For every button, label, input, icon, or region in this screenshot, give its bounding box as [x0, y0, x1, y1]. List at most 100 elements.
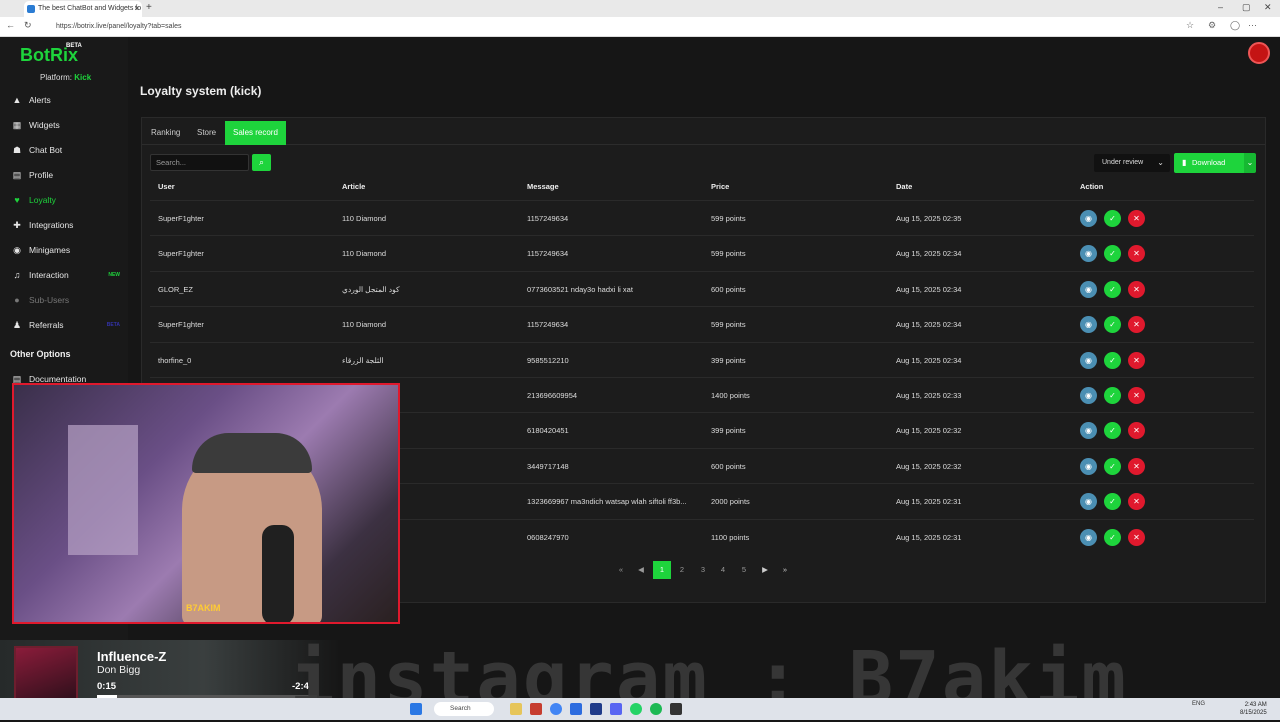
browser-chrome: The best ChatBot and Widgets fo × + – ▢ … — [0, 0, 1280, 37]
page-1[interactable]: 1 — [653, 561, 671, 579]
reject-icon[interactable]: ✕ — [1128, 422, 1145, 440]
reject-icon[interactable]: ✕ — [1128, 528, 1145, 546]
cell-date: Aug 15, 2025 02:32 — [896, 461, 962, 471]
eye-icon[interactable]: ◉ — [1080, 387, 1097, 404]
chevron-down-icon: ⌄ — [1246, 158, 1254, 167]
window-close-icon[interactable]: ✕ — [1264, 2, 1272, 13]
spotify-icon[interactable] — [650, 703, 662, 715]
tab-ranking[interactable]: Ranking — [143, 121, 188, 145]
minimize-icon[interactable]: – — [1218, 2, 1223, 12]
reject-icon[interactable]: ✕ — [1128, 457, 1145, 475]
reload-icon[interactable]: ↻ — [24, 20, 32, 31]
cell-price: 600 points — [711, 284, 746, 294]
tab-store[interactable]: Store — [189, 121, 224, 145]
download-button[interactable]: ▮ Download — [1174, 153, 1244, 173]
approve-icon[interactable]: ✓ — [1104, 316, 1121, 334]
taskbar-clock[interactable]: 2:43 AM 8/15/2025 — [1240, 701, 1267, 717]
tab-sales-record[interactable]: Sales record — [225, 121, 286, 145]
extensions-icon[interactable]: ⚙ — [1208, 20, 1216, 31]
eye-icon[interactable]: ◉ — [1080, 210, 1097, 227]
sidebar-item-interaction[interactable]: ♫ Interaction NEW — [0, 264, 128, 286]
prev-page-icon[interactable]: ◀ — [632, 561, 650, 579]
next-page-icon[interactable]: ▶ — [756, 561, 774, 579]
address-bar[interactable]: https://botrix.live/panel/loyalty?tab=sa… — [48, 20, 1168, 34]
taskbar-search[interactable]: Search — [434, 702, 494, 716]
cell-price: 399 points — [711, 355, 746, 365]
reject-icon[interactable]: ✕ — [1128, 387, 1145, 404]
favorite-star-icon[interactable]: ☆ — [1186, 20, 1194, 31]
chrome-icon[interactable] — [550, 703, 562, 715]
approve-icon[interactable]: ✓ — [1104, 210, 1121, 227]
reject-icon[interactable]: ✕ — [1128, 493, 1145, 511]
last-page-icon[interactable]: » — [776, 561, 794, 579]
premiere-icon[interactable] — [590, 703, 602, 715]
obs-icon[interactable] — [670, 703, 682, 715]
eye-icon[interactable]: ◉ — [1080, 457, 1097, 475]
platform-label: Platform: — [40, 73, 73, 82]
cell-article: 110 Diamond — [342, 249, 387, 259]
column-header-date: Date — [896, 182, 913, 191]
approve-icon[interactable]: ✓ — [1104, 387, 1121, 404]
cell-date: Aug 15, 2025 02:34 — [896, 284, 962, 294]
eye-icon[interactable]: ◉ — [1080, 351, 1097, 369]
approve-icon[interactable]: ✓ — [1104, 245, 1121, 263]
cell-article: 110 Diamond — [342, 320, 387, 330]
brave-icon[interactable] — [530, 703, 542, 715]
windows-start-icon[interactable] — [410, 703, 422, 715]
platform-value: Kick — [74, 73, 92, 82]
maximize-icon[interactable]: ▢ — [1242, 2, 1251, 13]
approve-icon[interactable]: ✓ — [1104, 528, 1121, 546]
sidebar-item-alerts[interactable]: ▲ Alerts — [0, 89, 128, 111]
sidebar-item-integrations[interactable]: ✚ Integrations — [0, 214, 128, 236]
close-tab-icon[interactable]: × — [134, 1, 139, 17]
approve-icon[interactable]: ✓ — [1104, 457, 1121, 475]
system-tray-language[interactable]: ENG — [1192, 701, 1205, 707]
sidebar-item-sub-users[interactable]: ● Sub-Users — [0, 289, 128, 311]
beta-badge: BETA — [66, 43, 82, 49]
sidebar-item-minigames[interactable]: ◉ Minigames — [0, 239, 128, 261]
reject-icon[interactable]: ✕ — [1128, 280, 1145, 298]
first-page-icon[interactable]: « — [612, 561, 630, 579]
reject-icon[interactable]: ✕ — [1128, 351, 1145, 369]
sidebar-item-referrals[interactable]: ♟ Referrals BETA — [0, 314, 128, 336]
page-3[interactable]: 3 — [694, 561, 712, 579]
eye-icon[interactable]: ◉ — [1080, 245, 1097, 263]
approve-icon[interactable]: ✓ — [1104, 493, 1121, 511]
profile-icon[interactable]: ◯ — [1230, 20, 1240, 31]
search-button[interactable]: ⌕ — [252, 154, 271, 171]
reject-icon[interactable]: ✕ — [1128, 210, 1145, 227]
menu-icon[interactable]: ⋯ — [1248, 20, 1257, 31]
sidebar-item-label: Referrals — [29, 320, 64, 330]
cell-message: 1157249634 — [527, 320, 569, 330]
download-dropdown-button[interactable]: ⌄ — [1244, 153, 1256, 173]
sidebar-item-label: Alerts — [29, 95, 51, 105]
new-tab-icon[interactable]: + — [146, 2, 152, 13]
page-5[interactable]: 5 — [735, 561, 753, 579]
status-filter-select[interactable]: Under review ⌄ — [1094, 154, 1170, 172]
file-explorer-icon[interactable] — [510, 703, 522, 715]
avatar[interactable] — [1248, 42, 1270, 64]
back-icon[interactable]: ← — [6, 20, 15, 30]
eye-icon[interactable]: ◉ — [1080, 280, 1097, 298]
reject-icon[interactable]: ✕ — [1128, 316, 1145, 334]
edge-icon[interactable] — [570, 703, 582, 715]
eye-icon[interactable]: ◉ — [1080, 422, 1097, 440]
eye-icon[interactable]: ◉ — [1080, 528, 1097, 546]
whatsapp-icon[interactable] — [630, 703, 642, 715]
approve-icon[interactable]: ✓ — [1104, 351, 1121, 369]
eye-icon[interactable]: ◉ — [1080, 316, 1097, 334]
page-4[interactable]: 4 — [714, 561, 732, 579]
sidebar-item-profile[interactable]: ▤ Profile — [0, 164, 128, 186]
eye-icon[interactable]: ◉ — [1080, 493, 1097, 511]
sidebar-item-chat-bot[interactable]: ☗ Chat Bot — [0, 139, 128, 161]
browser-tab[interactable]: The best ChatBot and Widgets fo × — [24, 1, 142, 17]
approve-icon[interactable]: ✓ — [1104, 280, 1121, 298]
search-input[interactable]: Search... — [150, 154, 249, 171]
reject-icon[interactable]: ✕ — [1128, 245, 1145, 263]
sidebar-item-label: Sub-Users — [29, 295, 70, 305]
sidebar-item-loyalty[interactable]: ♥ Loyalty — [0, 189, 128, 211]
approve-icon[interactable]: ✓ — [1104, 422, 1121, 440]
sidebar-item-widgets[interactable]: ▦ Widgets — [0, 114, 128, 136]
page-2[interactable]: 2 — [673, 561, 691, 579]
discord-icon[interactable] — [610, 703, 622, 715]
